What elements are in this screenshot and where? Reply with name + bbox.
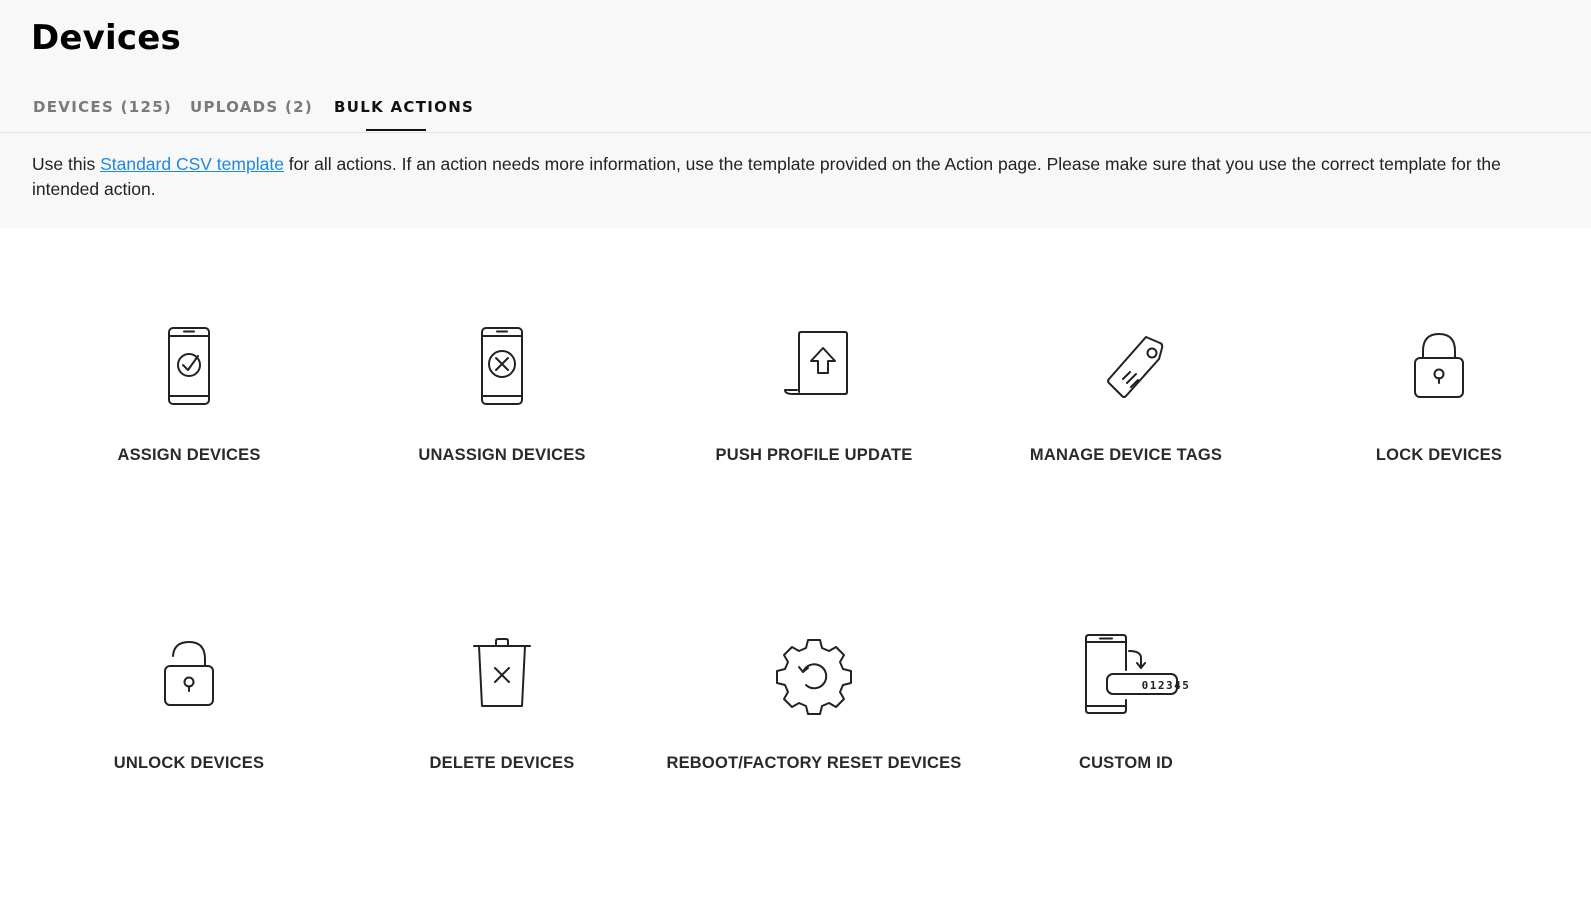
action-label: REBOOT/FACTORY RESET DEVICES [666,754,962,772]
action-reboot-factory-reset-devices[interactable]: REBOOT/FACTORY RESET DEVICES [664,630,964,773]
action-delete-devices[interactable]: DELETE DEVICES [352,630,652,773]
action-label: DELETE DEVICES [429,754,575,772]
lock-icon [1414,333,1464,398]
page-header: Devices DEVICES (125) UPLOADS (2) BULK A… [0,0,1591,228]
info-prefix: Use this [32,154,101,174]
page-title: Devices [31,18,181,58]
action-manage-device-tags[interactable]: MANAGE DEVICE TAGS [976,322,1276,465]
custom-id-icon [1085,634,1178,714]
tag-icon [1107,336,1164,398]
action-lock-devices[interactable]: LOCK DEVICES [1289,322,1589,465]
tab-devices[interactable]: DEVICES (125) [33,98,172,116]
phone-x-icon [481,327,523,405]
unlock-icon [164,641,214,706]
reboot-gear-icon [776,639,852,715]
action-unlock-devices[interactable]: UNLOCK DEVICES [39,630,339,773]
info-text: Use this Standard CSV template for all a… [32,152,1562,202]
action-custom-id[interactable]: 012345 CUSTOM ID [976,630,1276,773]
trash-icon [473,638,531,707]
tab-uploads[interactable]: UPLOADS (2) [190,98,313,116]
action-label: UNASSIGN DEVICES [418,446,586,464]
action-label: UNLOCK DEVICES [113,754,265,772]
action-label: MANAGE DEVICE TAGS [1029,446,1223,464]
active-tab-indicator [366,129,426,131]
action-label: LOCK DEVICES [1375,446,1503,464]
action-unassign-devices[interactable]: UNASSIGN DEVICES [352,322,652,465]
action-label: CUSTOM ID [1078,754,1174,772]
profile-upload-icon [784,331,848,395]
action-label: ASSIGN DEVICES [117,446,261,464]
action-label: PUSH PROFILE UPDATE [715,446,913,464]
action-push-profile-update[interactable]: PUSH PROFILE UPDATE [664,322,964,465]
tab-bar: DEVICES (125) UPLOADS (2) BULK ACTIONS [0,86,1591,133]
action-assign-devices[interactable]: ASSIGN DEVICES [39,322,339,465]
standard-csv-template-link[interactable]: Standard CSV template [100,154,284,174]
tab-bulk-actions[interactable]: BULK ACTIONS [334,98,474,116]
phone-check-icon [168,327,210,405]
